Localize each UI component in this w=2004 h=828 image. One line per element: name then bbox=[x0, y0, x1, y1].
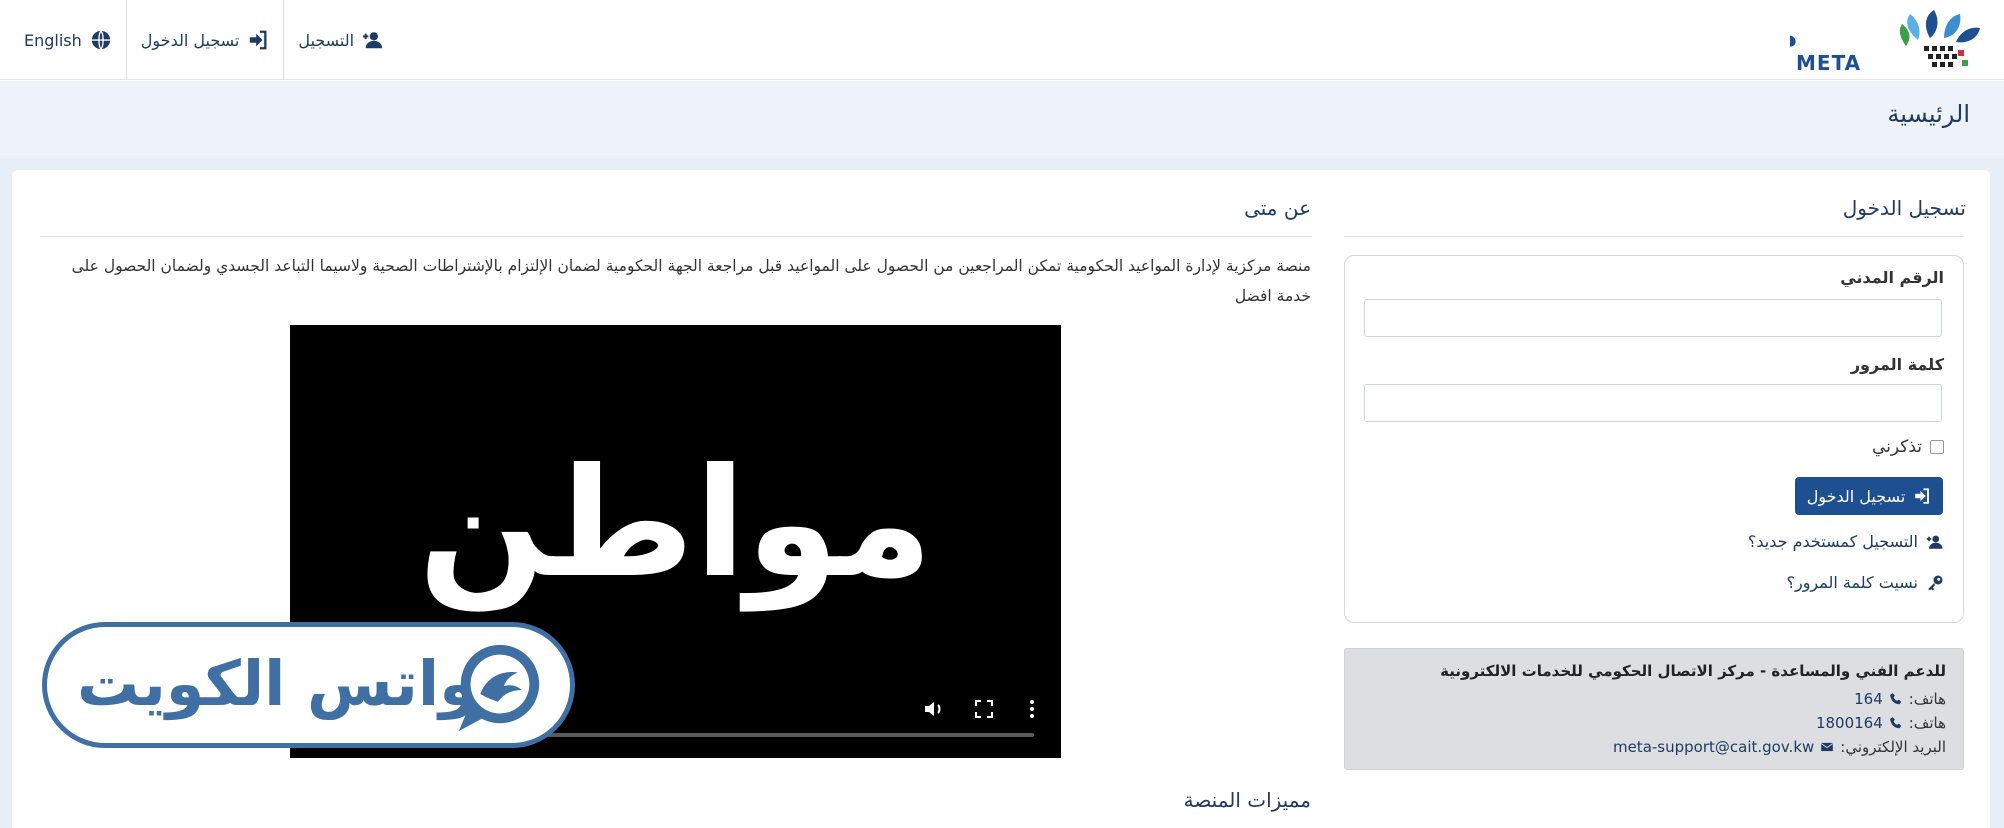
top-navbar: English تسجيل الدخول التسجيل META bbox=[0, 0, 2004, 80]
support-phone-2: هاتف: 1800164 bbox=[1816, 714, 1946, 732]
login-section-title: تسجيل الدخول bbox=[1842, 196, 1966, 220]
user-plus-icon bbox=[1926, 535, 1943, 549]
forgot-password-link[interactable]: نسيت كلمة المرور؟ bbox=[1786, 573, 1944, 592]
password-label: كلمة المرور bbox=[1850, 355, 1944, 374]
about-description: منصة مركزية لإدارة المواعيد الحكومية تمك… bbox=[71, 257, 1311, 305]
more-options-icon[interactable] bbox=[1020, 697, 1044, 721]
nav-login-label: تسجيل الدخول bbox=[140, 30, 240, 50]
civil-id-label: الرقم المدني bbox=[1840, 268, 1944, 287]
meta-logo[interactable]: متى META bbox=[1790, 6, 1990, 74]
nav-register-label: التسجيل bbox=[298, 30, 355, 50]
phone-label: هاتف: bbox=[1908, 714, 1946, 732]
phone-icon bbox=[1889, 693, 1901, 705]
sign-in-icon bbox=[1915, 488, 1930, 504]
civil-id-input[interactable] bbox=[1364, 299, 1942, 337]
nav-register-link[interactable]: التسجيل bbox=[283, 0, 398, 80]
phone-value[interactable]: 1800164 bbox=[1816, 714, 1883, 732]
login-submit-button[interactable]: تسجيل الدخول bbox=[1795, 477, 1943, 515]
nav-login-link[interactable]: تسجيل الدخول bbox=[125, 0, 284, 80]
phone-value[interactable]: 164 bbox=[1854, 690, 1883, 708]
logo-arabic: متى bbox=[1790, 15, 1798, 55]
logo-latin: META bbox=[1796, 51, 1861, 74]
watermark-badge: واتس الكويت bbox=[42, 622, 575, 748]
key-icon bbox=[1928, 575, 1943, 590]
video-frame-text: مواطن bbox=[418, 437, 935, 611]
email-value[interactable]: meta-support@cait.gov.kw bbox=[1613, 738, 1814, 756]
password-input[interactable] bbox=[1364, 384, 1942, 422]
globe-icon bbox=[91, 30, 110, 50]
envelope-icon bbox=[1821, 742, 1834, 752]
forgot-link-label: نسيت كلمة المرور؟ bbox=[1786, 573, 1918, 592]
support-title: للدعم الفني والمساعدة - مركز الاتصال الح… bbox=[1440, 662, 1946, 680]
page-title: الرئيسية bbox=[1887, 100, 1970, 128]
remember-me[interactable]: تذكرني bbox=[1872, 437, 1944, 457]
support-email: البريد الإلكتروني: meta-support@cait.gov… bbox=[1613, 738, 1946, 756]
about-section-title: عن متى bbox=[1244, 196, 1311, 220]
nav-links: English تسجيل الدخول التسجيل bbox=[10, 0, 398, 80]
features-section-title: مميزات المنصة bbox=[1183, 788, 1311, 812]
sign-in-icon bbox=[250, 30, 267, 50]
login-divider bbox=[1344, 236, 1964, 237]
support-phone-1: هاتف: 164 bbox=[1854, 690, 1946, 708]
phone-label: هاتف: bbox=[1908, 690, 1946, 708]
breadcrumb-band bbox=[0, 81, 2004, 159]
login-submit-label: تسجيل الدخول bbox=[1806, 486, 1906, 506]
remember-label: تذكرني bbox=[1871, 437, 1922, 457]
logo-mark bbox=[1899, 10, 1980, 67]
language-link[interactable]: English bbox=[10, 0, 126, 80]
language-label: English bbox=[24, 30, 82, 50]
fullscreen-icon[interactable] bbox=[972, 697, 996, 721]
about-divider bbox=[40, 236, 1312, 237]
remember-checkbox[interactable] bbox=[1930, 440, 1944, 454]
phone-icon bbox=[1889, 717, 1901, 729]
watermark-text: واتس الكويت bbox=[77, 647, 478, 720]
email-label: البريد الإلكتروني: bbox=[1840, 738, 1946, 756]
volume-icon[interactable] bbox=[922, 697, 946, 721]
user-plus-icon bbox=[362, 32, 383, 49]
speech-bubble-icon bbox=[458, 644, 540, 732]
register-link-label: التسجيل كمستخدم جديد؟ bbox=[1747, 532, 1918, 551]
register-new-user-link[interactable]: التسجيل كمستخدم جديد؟ bbox=[1748, 532, 1944, 551]
